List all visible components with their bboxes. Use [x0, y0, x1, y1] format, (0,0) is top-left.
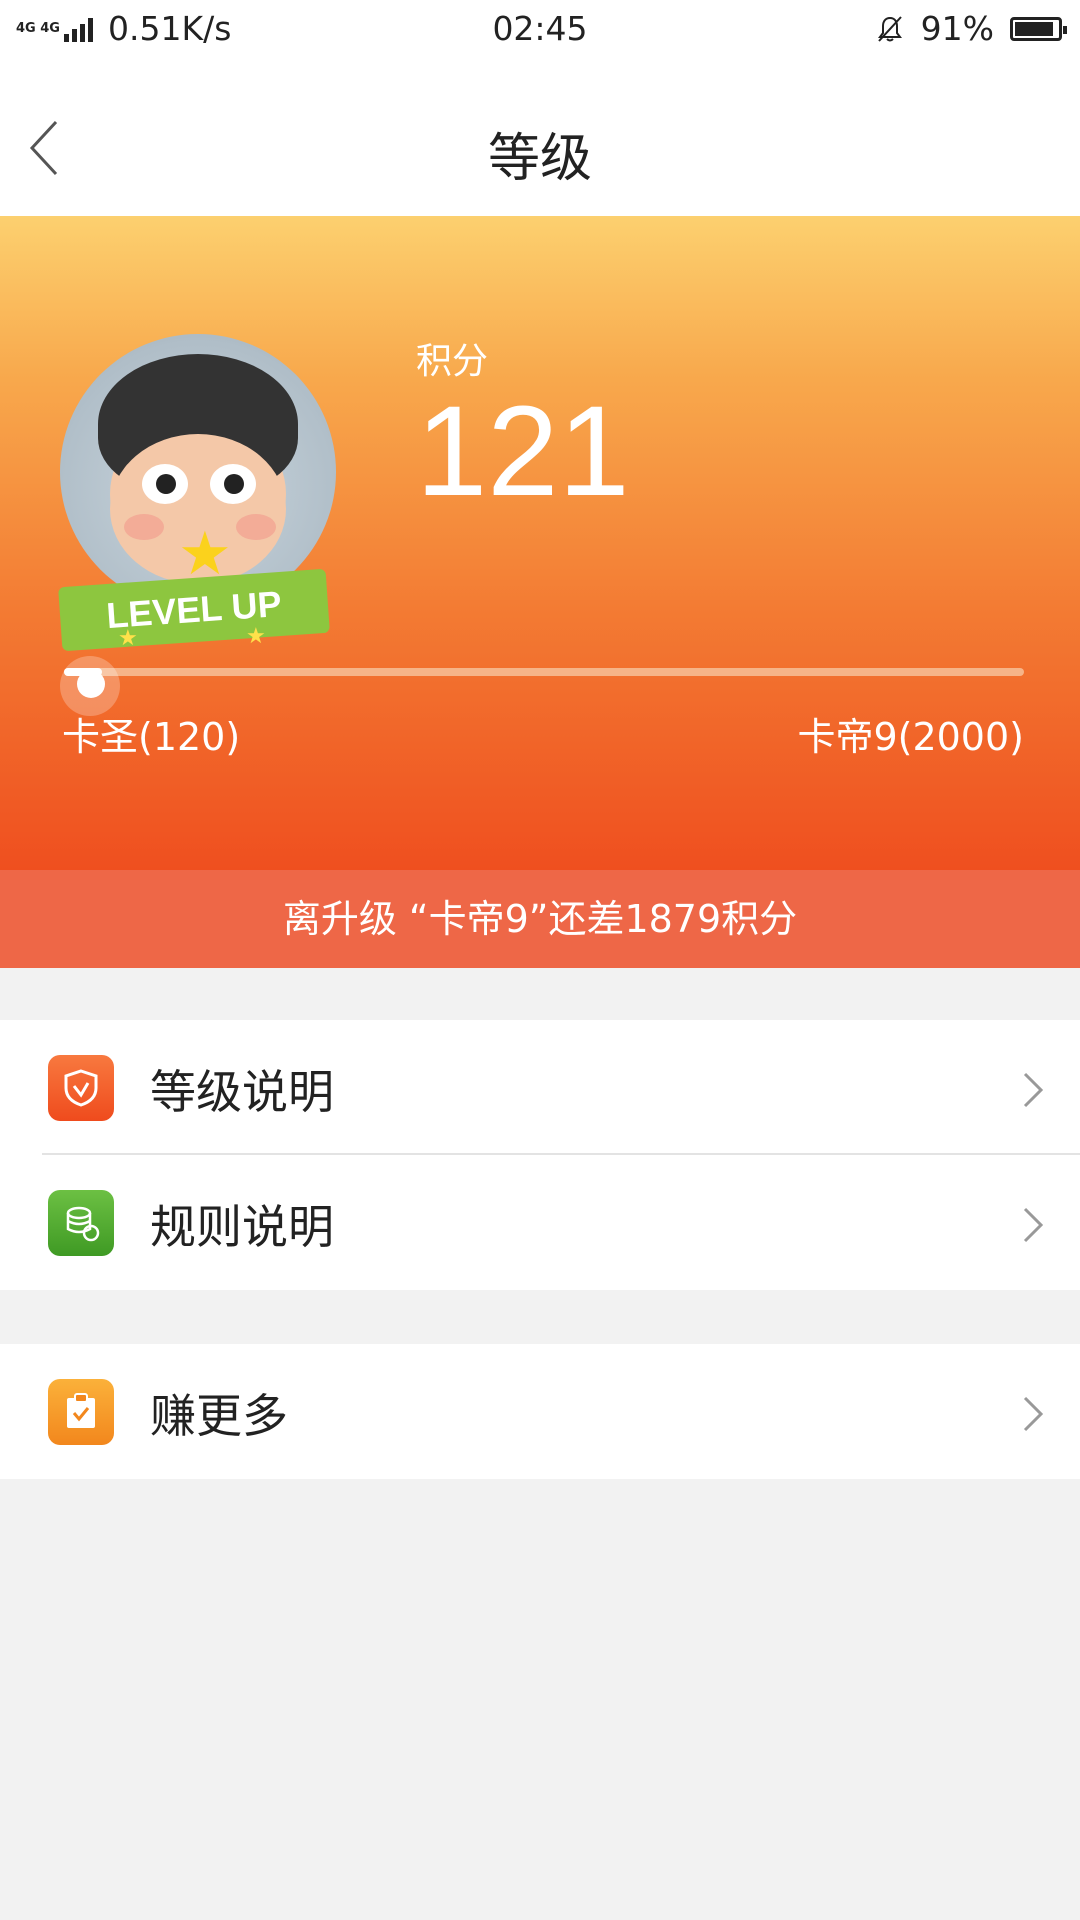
bell-muted-icon	[877, 15, 902, 42]
coins-icon	[48, 1190, 114, 1256]
sparkle-icon: ★	[118, 626, 138, 651]
menu-item-level-info[interactable]: 等级说明	[0, 1020, 1080, 1155]
sparkle-icon: ★	[246, 624, 266, 649]
next-level-label: 卡帝9(2000)	[797, 715, 1024, 759]
menu-item-rules-info[interactable]: 规则说明	[0, 1155, 1080, 1290]
menu-label: 规则说明	[150, 1200, 334, 1254]
battery-icon	[1010, 16, 1067, 41]
chevron-right-icon	[1023, 1072, 1044, 1108]
avatar: ★	[60, 334, 336, 610]
battery-percent: 91%	[920, 9, 994, 48]
score-value: 121	[416, 380, 630, 523]
clipboard-check-icon	[48, 1379, 114, 1445]
level-up-ribbon: LEVEL UP	[58, 568, 330, 652]
score-label: 积分	[416, 341, 489, 382]
status-bar: 4G 4G 0.51K/s 02:45 91%	[0, 0, 1080, 56]
chevron-right-icon	[1023, 1396, 1044, 1432]
level-progress-bar	[64, 668, 1024, 676]
menu-label: 赚更多	[150, 1389, 288, 1443]
status-right: 91%	[875, 9, 1067, 48]
menu-label: 等级说明	[150, 1065, 334, 1119]
menu-group-earn: 赚更多	[0, 1344, 1080, 1479]
chevron-right-icon	[1023, 1207, 1044, 1243]
shield-check-icon	[48, 1055, 114, 1121]
menu-group-info: 等级说明 规则说明	[0, 1020, 1080, 1290]
menu-item-earn-more[interactable]: 赚更多	[0, 1344, 1080, 1479]
title-bar: 等级	[0, 56, 1080, 216]
upgrade-notice: 离升级 “卡帝9”还差1879积分	[0, 870, 1080, 968]
page-title: 等级	[487, 129, 592, 189]
avatar-badge: ★ LEVEL UP ★ ★	[58, 334, 338, 654]
current-level-label: 卡圣(120)	[62, 715, 241, 759]
level-hero: ★ LEVEL UP ★ ★ 积分 121 卡圣(120) 卡帝9(2000)	[0, 216, 1080, 870]
